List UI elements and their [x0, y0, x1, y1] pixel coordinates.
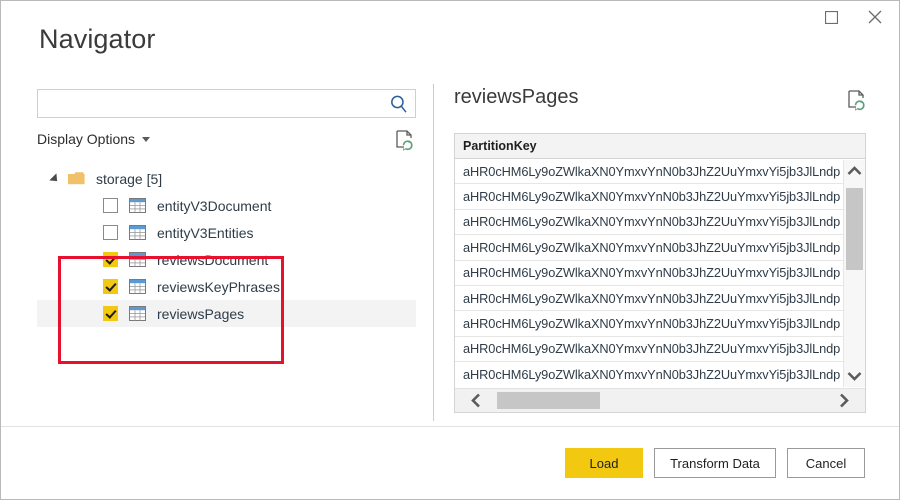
table-icon	[129, 198, 146, 213]
search-box[interactable]	[37, 89, 416, 118]
cell-partitionkey: aHR0cHM6Ly9oZWlkaXN0YmxvYnN0b3JhZ2UuYmxv…	[463, 189, 841, 205]
checkbox-reviewspages[interactable]	[103, 306, 118, 321]
tree-item-reviewspages[interactable]: reviewsPages	[37, 300, 416, 327]
navigator-left-pane: Display Options storage [5] entityV3Docu…	[37, 89, 416, 419]
vertical-scrollbar[interactable]	[843, 160, 865, 387]
refresh-document-icon[interactable]	[846, 89, 868, 113]
options-row: Display Options	[37, 129, 416, 153]
chevron-up-icon	[847, 166, 862, 175]
table-row[interactable]: aHR0cHM6Ly9oZWlkaXN0YmxvYnN0b3JhZ2UuYmxv…	[455, 337, 865, 363]
table-icon	[129, 306, 146, 321]
scroll-down-button[interactable]	[844, 365, 865, 387]
horizontal-scroll-thumb[interactable]	[497, 392, 600, 409]
chevron-left-icon	[471, 393, 480, 408]
preview-header: reviewsPages	[454, 86, 868, 121]
maximize-icon	[824, 10, 838, 24]
tree-item-entityv3entities[interactable]: entityV3Entities	[37, 219, 416, 246]
checkbox-reviewsdocument[interactable]	[103, 252, 118, 267]
search-input[interactable]	[38, 90, 386, 117]
cell-partitionkey: aHR0cHM6Ly9oZWlkaXN0YmxvYnN0b3JhZ2UuYmxv…	[463, 290, 841, 306]
tree-item-label: reviewsPages	[157, 305, 245, 322]
cell-partitionkey: aHR0cHM6Ly9oZWlkaXN0YmxvYnN0b3JhZ2UuYmxv…	[463, 239, 841, 255]
dialog-footer: Load Transform Data Cancel	[1, 426, 899, 499]
transform-data-button[interactable]: Transform Data	[654, 448, 776, 478]
cell-partitionkey: aHR0cHM6Ly9oZWlkaXN0YmxvYnN0b3JhZ2UuYmxv…	[463, 163, 841, 179]
navigator-dialog: Navigator Display Options storage [5] en…	[0, 0, 900, 500]
display-options-label: Display Options	[37, 131, 136, 147]
cell-partitionkey: aHR0cHM6Ly9oZWlkaXN0YmxvYnN0b3JhZ2UuYmxv…	[463, 366, 841, 382]
cell-partitionkey: aHR0cHM6Ly9oZWlkaXN0YmxvYnN0b3JhZ2UuYmxv…	[463, 341, 841, 357]
scroll-right-button[interactable]	[831, 389, 857, 412]
load-button[interactable]: Load	[565, 448, 643, 478]
tree-item-entityv3document[interactable]: entityV3Document	[37, 192, 416, 219]
table-row[interactable]: aHR0cHM6Ly9oZWlkaXN0YmxvYnN0b3JhZ2UuYmxv…	[455, 210, 865, 236]
checkbox-entityv3entities[interactable]	[103, 225, 118, 240]
table-icon	[129, 279, 146, 294]
cell-partitionkey: aHR0cHM6Ly9oZWlkaXN0YmxvYnN0b3JhZ2UuYmxv…	[463, 265, 841, 281]
tree-item-label: reviewsKeyPhrases	[157, 278, 280, 295]
column-header-partitionkey[interactable]: PartitionKey	[455, 139, 537, 153]
cell-partitionkey: aHR0cHM6Ly9oZWlkaXN0YmxvYnN0b3JhZ2UuYmxv…	[463, 214, 841, 230]
table-row[interactable]: aHR0cHM6Ly9oZWlkaXN0YmxvYnN0b3JhZ2UuYmxv…	[455, 362, 865, 387]
chevron-down-icon	[847, 372, 862, 381]
vertical-scroll-thumb[interactable]	[846, 188, 863, 270]
preview-title: reviewsPages	[454, 86, 579, 108]
tree-node-storage[interactable]: storage [5]	[37, 165, 416, 192]
tree-item-label: entityV3Entities	[157, 224, 254, 241]
horizontal-scrollbar[interactable]	[455, 388, 865, 412]
tree-item-label: entityV3Document	[157, 197, 272, 214]
chevron-right-icon	[840, 393, 849, 408]
refresh-document-icon[interactable]	[394, 129, 416, 153]
table-row[interactable]: aHR0cHM6Ly9oZWlkaXN0YmxvYnN0b3JhZ2UuYmxv…	[455, 261, 865, 286]
expanded-triangle-icon[interactable]	[47, 172, 63, 185]
grid-body: aHR0cHM6Ly9oZWlkaXN0YmxvYnN0b3JhZ2UuYmxv…	[455, 159, 865, 387]
preview-pane: reviewsPages PartitionKey aHR0cHM6Ly9oZW…	[454, 86, 868, 413]
checkbox-reviewskeyphrases[interactable]	[103, 279, 118, 294]
checkbox-entityv3document[interactable]	[103, 198, 118, 213]
table-row[interactable]: aHR0cHM6Ly9oZWlkaXN0YmxvYnN0b3JhZ2UuYmxv…	[455, 311, 865, 337]
table-row[interactable]: aHR0cHM6Ly9oZWlkaXN0YmxvYnN0b3JhZ2UuYmxv…	[455, 159, 865, 185]
grid-header-row: PartitionKey	[455, 134, 865, 159]
table-icon	[129, 225, 146, 240]
tree-item-reviewskeyphrases[interactable]: reviewsKeyPhrases	[37, 273, 416, 300]
table-row[interactable]: aHR0cHM6Ly9oZWlkaXN0YmxvYnN0b3JhZ2UuYmxv…	[455, 184, 865, 210]
chevron-down-icon	[142, 137, 151, 142]
tree-item-label: reviewsDocument	[157, 251, 269, 268]
display-options-dropdown[interactable]: Display Options	[37, 131, 151, 147]
close-icon	[868, 10, 882, 24]
scroll-left-button[interactable]	[463, 389, 489, 412]
cell-partitionkey: aHR0cHM6Ly9oZWlkaXN0YmxvYnN0b3JhZ2UuYmxv…	[463, 316, 841, 332]
preview-grid: PartitionKey aHR0cHM6Ly9oZWlkaXN0YmxvYnN…	[454, 133, 866, 413]
table-row[interactable]: aHR0cHM6Ly9oZWlkaXN0YmxvYnN0b3JhZ2UuYmxv…	[455, 286, 865, 312]
table-row[interactable]: aHR0cHM6Ly9oZWlkaXN0YmxvYnN0b3JhZ2UuYmxv…	[455, 235, 865, 261]
pane-divider	[433, 84, 434, 421]
close-button[interactable]	[853, 1, 897, 33]
search-icon[interactable]	[389, 94, 409, 114]
scroll-up-button[interactable]	[844, 160, 865, 182]
maximize-button[interactable]	[809, 1, 853, 33]
page-title: Navigator	[39, 24, 156, 54]
tree-node-label: storage [5]	[96, 170, 163, 187]
tree-item-reviewsdocument[interactable]: reviewsDocument	[37, 246, 416, 273]
folder-icon	[67, 171, 87, 187]
object-tree: storage [5] entityV3Document entityV3Ent…	[37, 165, 416, 327]
cancel-button[interactable]: Cancel	[787, 448, 865, 478]
table-icon	[129, 252, 146, 267]
